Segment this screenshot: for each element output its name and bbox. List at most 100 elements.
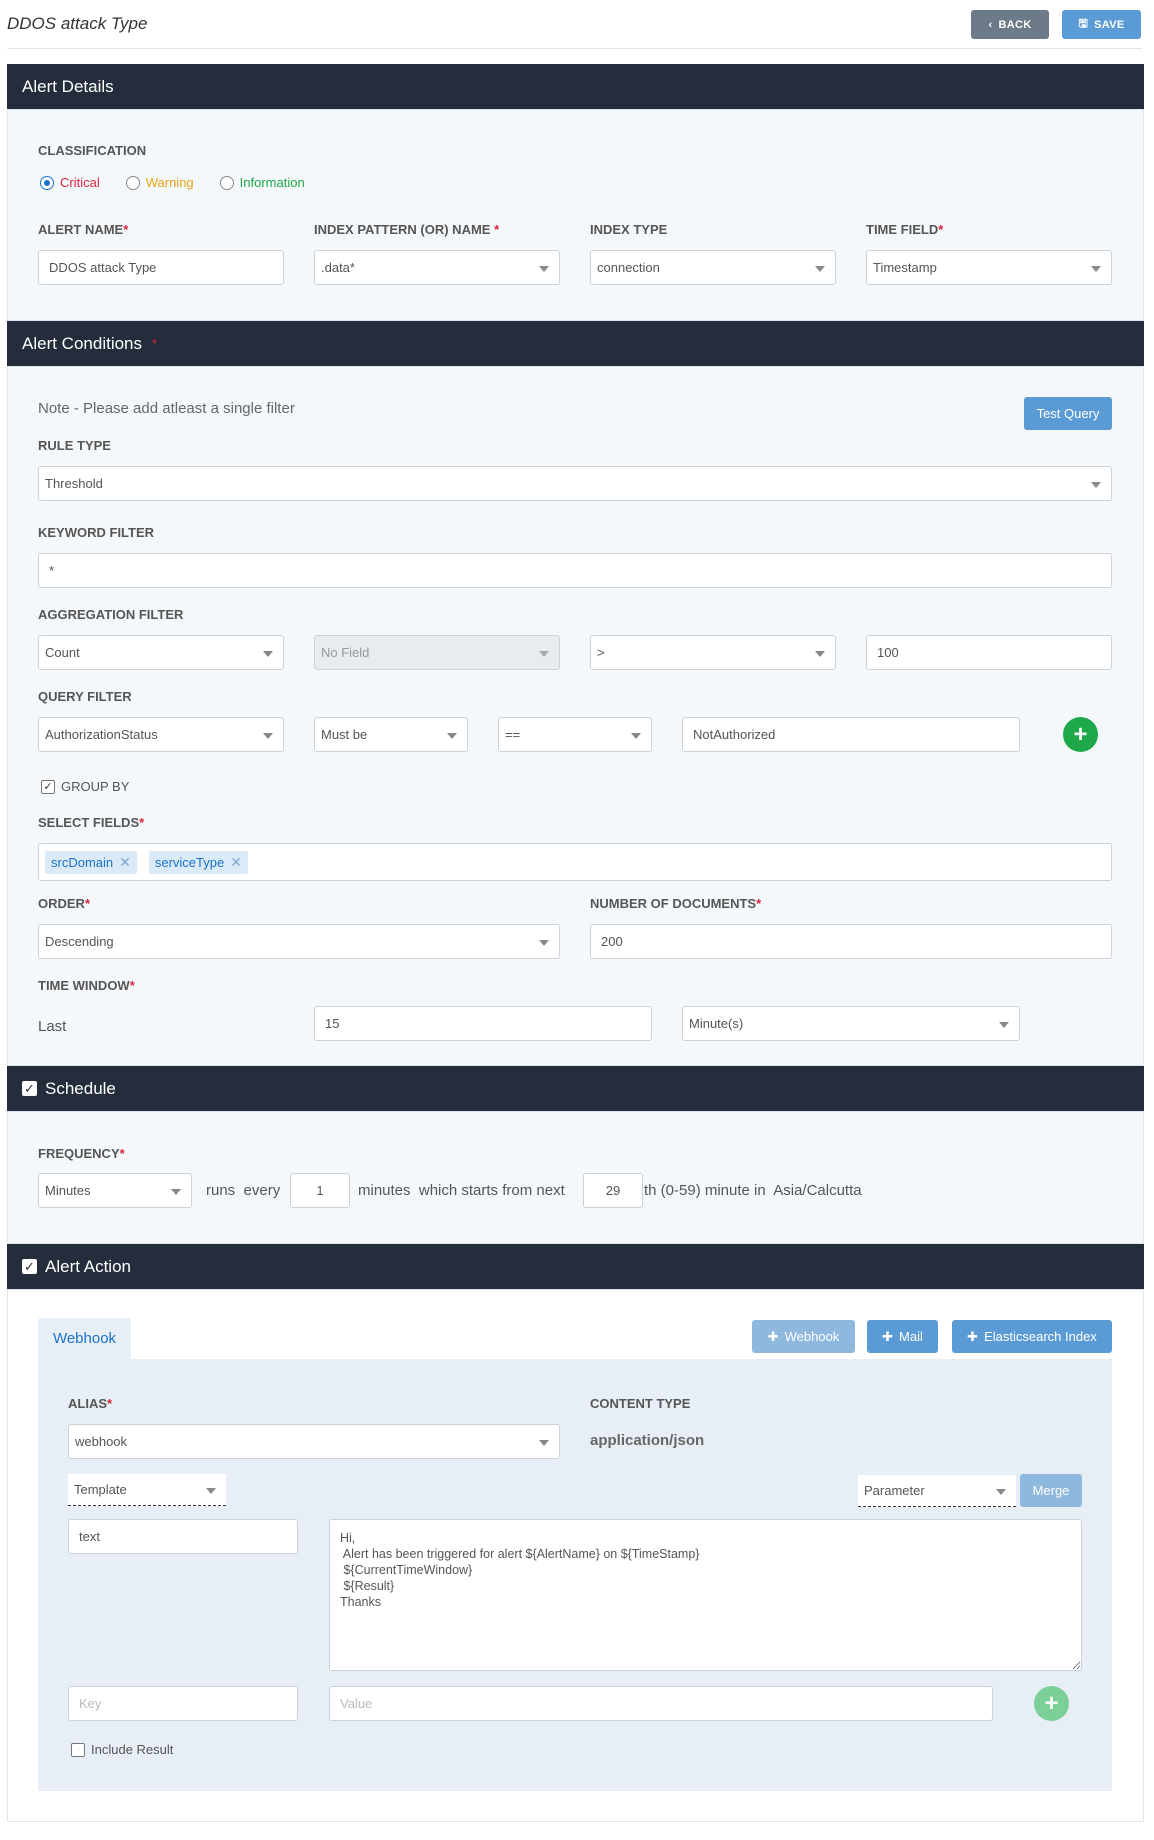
alert-action-header[interactable]: ✓ Alert Action bbox=[7, 1244, 1144, 1289]
select-fields-label: SELECT FIELDS* bbox=[38, 815, 145, 830]
classification-radio-group: Critical Warning Information bbox=[40, 175, 305, 190]
chevron-down-icon bbox=[999, 1021, 1009, 1028]
rule-type-label: RULE TYPE bbox=[38, 438, 111, 453]
time-window-prefix: Last bbox=[38, 1018, 67, 1035]
radio-warning[interactable]: Warning bbox=[125, 175, 194, 190]
add-header-button[interactable]: + bbox=[1034, 1686, 1069, 1721]
keyword-filter-input[interactable]: * bbox=[38, 553, 1112, 588]
query-value-input[interactable]: NotAuthorized bbox=[682, 717, 1020, 752]
starts-from-text: minutes which starts from next bbox=[358, 1182, 565, 1199]
aggregation-filter-label: AGGREGATION FILTER bbox=[38, 607, 184, 622]
back-button[interactable]: ‹ BACK bbox=[971, 10, 1049, 39]
chevron-down-icon bbox=[263, 732, 273, 739]
key-input[interactable]: Key bbox=[68, 1686, 298, 1721]
timezone-text: th (0-59) minute in Asia/Calcutta bbox=[644, 1182, 862, 1199]
close-icon[interactable]: ✕ bbox=[119, 854, 131, 871]
text-param-input[interactable]: text bbox=[68, 1519, 298, 1554]
plus-icon: ✚ bbox=[882, 1328, 894, 1344]
query-field-select[interactable]: AuthorizationStatus bbox=[38, 717, 284, 752]
runs-every-text: runs every bbox=[206, 1182, 281, 1199]
group-by-checkbox[interactable]: ✓ GROUP BY bbox=[41, 779, 129, 794]
radio-icon bbox=[125, 175, 140, 190]
order-select[interactable]: Descending bbox=[38, 924, 560, 959]
chevron-down-icon bbox=[263, 650, 273, 657]
radio-selected-icon bbox=[40, 175, 54, 190]
radio-information[interactable]: Information bbox=[219, 175, 305, 190]
aggregation-field-select: No Field bbox=[314, 635, 560, 670]
index-pattern-select[interactable]: .data* bbox=[314, 250, 560, 285]
radio-critical[interactable]: Critical bbox=[40, 175, 100, 190]
chevron-down-icon bbox=[1091, 481, 1101, 488]
chevron-left-icon: ‹ bbox=[988, 18, 993, 31]
every-input[interactable]: 1 bbox=[290, 1173, 350, 1208]
time-window-input[interactable]: 15 bbox=[314, 1006, 652, 1041]
test-query-button[interactable]: Test Query bbox=[1024, 397, 1112, 430]
add-elasticsearch-button[interactable]: ✚ Elasticsearch Index bbox=[952, 1320, 1112, 1353]
save-icon: 🖫 bbox=[1078, 18, 1089, 30]
divider bbox=[7, 48, 1142, 49]
alert-name-label: ALERT NAME* bbox=[38, 222, 129, 237]
field-tag: serviceType ✕ bbox=[148, 850, 248, 874]
schedule-header[interactable]: ✓ Schedule bbox=[7, 1066, 1144, 1111]
query-operator-select[interactable]: == bbox=[498, 717, 652, 752]
keyword-filter-label: KEYWORD FILTER bbox=[38, 525, 155, 540]
rule-type-select[interactable]: Threshold bbox=[38, 466, 1112, 501]
add-filter-button[interactable]: + bbox=[1063, 717, 1098, 752]
time-window-label: TIME WINDOW* bbox=[38, 978, 135, 993]
alias-label: ALIAS* bbox=[68, 1396, 113, 1411]
alert-conditions-header: Alert Conditions * bbox=[7, 321, 1144, 366]
tab-webhook[interactable]: Webhook bbox=[38, 1318, 131, 1359]
filter-note: Note - Please add atleast a single filte… bbox=[38, 400, 295, 417]
checkbox-checked-icon[interactable]: ✓ bbox=[22, 1081, 37, 1096]
chevron-down-icon bbox=[539, 650, 549, 657]
checkmark-icon: ✓ bbox=[41, 779, 55, 794]
select-fields-input[interactable]: srcDomain ✕ serviceType ✕ bbox=[38, 843, 1112, 881]
chevron-down-icon bbox=[815, 650, 825, 657]
merge-button[interactable]: Merge bbox=[1020, 1474, 1082, 1507]
time-window-unit-select[interactable]: Minute(s) bbox=[682, 1006, 1020, 1041]
plus-icon: ✚ bbox=[767, 1328, 779, 1344]
value-input[interactable]: Value bbox=[329, 1686, 993, 1721]
parameter-select[interactable]: Parameter bbox=[858, 1475, 1016, 1507]
aggregation-operator-select[interactable]: > bbox=[590, 635, 836, 670]
chevron-down-icon bbox=[171, 1188, 181, 1195]
start-minute-input[interactable]: 29 bbox=[583, 1173, 643, 1208]
include-result-checkbox[interactable]: Include Result bbox=[71, 1742, 173, 1757]
alias-select[interactable]: webhook bbox=[68, 1424, 560, 1459]
plus-icon: + bbox=[1073, 720, 1088, 748]
chevron-down-icon bbox=[631, 732, 641, 739]
query-condition-select[interactable]: Must be bbox=[314, 717, 468, 752]
order-label: ORDER* bbox=[38, 896, 91, 911]
index-type-select[interactable]: connection bbox=[590, 250, 836, 285]
content-type-label: CONTENT TYPE bbox=[590, 1396, 691, 1411]
chevron-down-icon bbox=[539, 939, 549, 946]
frequency-select[interactable]: Minutes bbox=[38, 1173, 192, 1208]
chevron-down-icon bbox=[447, 732, 457, 739]
classification-label: CLASSIFICATION bbox=[38, 143, 147, 158]
alert-details-header: Alert Details bbox=[7, 64, 1144, 109]
chevron-down-icon bbox=[539, 1439, 549, 1446]
add-webhook-button[interactable]: ✚ Webhook bbox=[752, 1320, 855, 1353]
aggregation-value-input[interactable]: 100 bbox=[866, 635, 1112, 670]
radio-icon bbox=[219, 175, 234, 190]
index-pattern-label: INDEX PATTERN (OR) NAME * bbox=[314, 222, 500, 237]
num-docs-input[interactable]: 200 bbox=[590, 924, 1112, 959]
chevron-down-icon bbox=[996, 1488, 1006, 1495]
aggregation-function-select[interactable]: Count bbox=[38, 635, 284, 670]
query-filter-label: QUERY FILTER bbox=[38, 689, 132, 704]
message-textarea[interactable] bbox=[329, 1519, 1082, 1671]
add-mail-button[interactable]: ✚ Mail bbox=[867, 1320, 938, 1353]
frequency-label: FREQUENCY* bbox=[38, 1146, 125, 1161]
checkbox-checked-icon[interactable]: ✓ bbox=[22, 1259, 37, 1274]
template-select[interactable]: Template bbox=[68, 1474, 226, 1506]
chevron-down-icon bbox=[815, 265, 825, 272]
time-field-select[interactable]: Timestamp bbox=[866, 250, 1112, 285]
close-icon[interactable]: ✕ bbox=[230, 854, 242, 871]
field-tag: srcDomain ✕ bbox=[45, 850, 137, 874]
save-button[interactable]: 🖫 SAVE bbox=[1062, 10, 1141, 39]
alert-name-input[interactable]: DDOS attack Type bbox=[38, 250, 284, 285]
page-title: DDOS attack Type bbox=[7, 14, 148, 33]
time-field-label: TIME FIELD* bbox=[866, 222, 944, 237]
plus-icon: ✚ bbox=[967, 1328, 979, 1344]
alert-details-panel bbox=[7, 109, 1144, 321]
